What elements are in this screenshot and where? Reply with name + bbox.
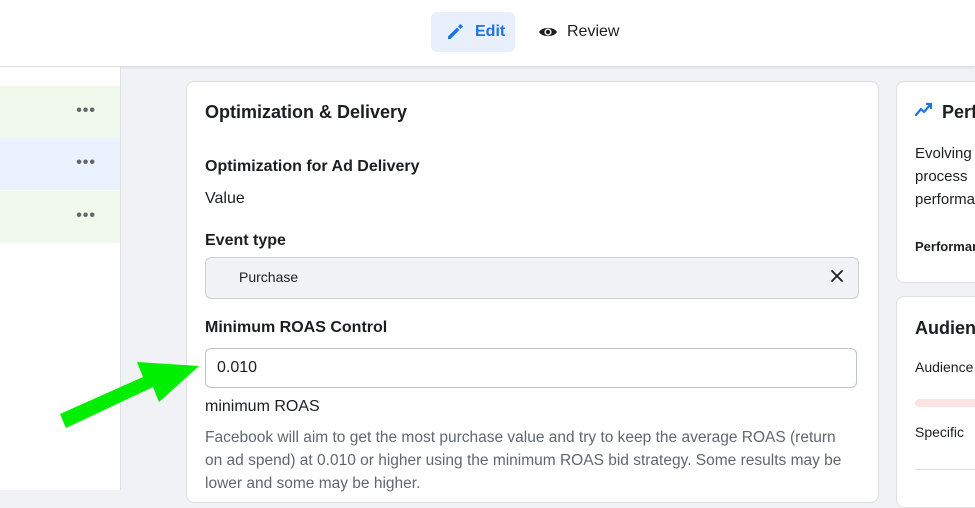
more-options-icon[interactable]: ••• [76, 207, 96, 225]
specific-label: Specific [915, 424, 965, 440]
roas-help-text: Facebook will aim to get the most purcha… [205, 429, 842, 492]
performance-subtitle: Performar [915, 239, 975, 254]
eye-icon [539, 27, 557, 37]
sidebar-row[interactable]: ••• [0, 191, 120, 243]
sidebar-row[interactable]: ••• [0, 138, 120, 190]
tab-edit-label: Edit [475, 23, 506, 40]
audience-title: Audienc [915, 318, 975, 338]
optimization-value: Value [205, 190, 245, 207]
roas-label: Minimum ROAS Control [205, 319, 388, 336]
roas-unit: minimum ROAS [205, 398, 320, 415]
optimization-label: Optimization for Ad Delivery [205, 158, 420, 175]
tab-edit[interactable]: Edit [431, 12, 515, 52]
tab-review-label: Review [567, 23, 620, 40]
divider [915, 469, 975, 470]
performance-text-line: performa [915, 191, 975, 208]
sidebar-row[interactable]: ••• [0, 86, 120, 138]
more-options-icon[interactable]: ••• [76, 102, 96, 120]
performance-title: Perf [942, 102, 975, 122]
performance-card: Perf Evolving process performa Performar [896, 81, 975, 283]
event-type-value: Purchase [239, 269, 299, 285]
left-sidebar: ••• ••• ••• [0, 67, 121, 490]
top-bar: Edit Review [0, 0, 975, 67]
audience-size-bar [915, 399, 975, 407]
pencil-icon [448, 24, 463, 39]
performance-text-line: process [915, 168, 968, 185]
audience-label: Audience [915, 359, 974, 375]
audience-card: Audienc Audience Specific [896, 296, 975, 508]
event-type-select[interactable]: Purchase [205, 257, 859, 299]
more-options-icon[interactable]: ••• [76, 154, 96, 172]
event-type-label: Event type [205, 232, 286, 249]
close-icon[interactable] [830, 269, 844, 283]
performance-text-line: Evolving [915, 145, 972, 162]
trend-icon [915, 102, 933, 117]
tab-review[interactable]: Review [532, 12, 628, 52]
optimization-delivery-card: Optimization & Delivery Optimization for… [186, 81, 879, 503]
min-roas-input[interactable] [205, 348, 857, 388]
card-title: Optimization & Delivery [205, 102, 408, 122]
